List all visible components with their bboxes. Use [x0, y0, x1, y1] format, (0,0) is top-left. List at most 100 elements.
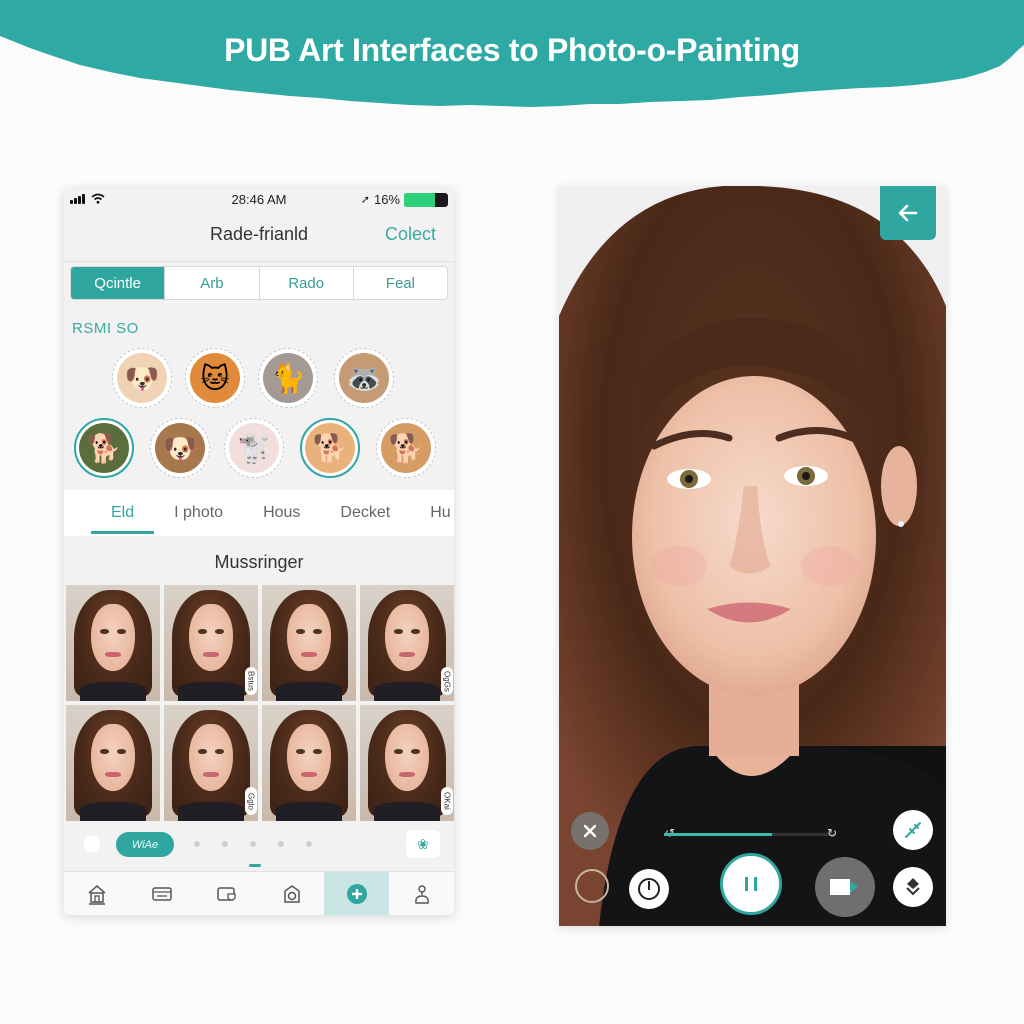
pager-dot[interactable]: [306, 841, 312, 847]
pet-avatar-golden-retriever[interactable]: 🐕: [300, 418, 360, 478]
pet-avatar-raccoon-dog[interactable]: 🦝: [334, 348, 394, 408]
download-button[interactable]: [893, 867, 933, 907]
portrait-photo: [559, 186, 946, 926]
layers-download-icon: [906, 878, 920, 896]
nav-profile[interactable]: [389, 872, 454, 915]
mouth: [203, 652, 219, 657]
pet-photo: 🐕: [79, 423, 129, 473]
banner-title: PUB Art Interfaces to Photo-o-Painting: [224, 32, 800, 68]
eye: [410, 749, 421, 754]
photo-thumbnail[interactable]: [262, 705, 356, 821]
tab-iphoto[interactable]: I photo: [154, 490, 243, 536]
video-camera-icon: [830, 879, 858, 895]
eye: [197, 749, 208, 754]
category-tabs: Eld I photo Hous Decket Hu: [64, 490, 454, 536]
photo-thumbnail[interactable]: Gglo: [164, 705, 258, 821]
arrow-left-icon: [898, 204, 918, 222]
pager-dot[interactable]: [278, 841, 284, 847]
pager-circle-button[interactable]: [84, 836, 100, 852]
pet-photo: 🦝: [339, 353, 389, 403]
record-video-button[interactable]: [815, 857, 875, 917]
shirt: [276, 682, 342, 701]
sticker-button[interactable]: ❀: [406, 830, 440, 858]
forward-icon[interactable]: ↻: [827, 826, 837, 840]
tab-hu[interactable]: Hu: [410, 490, 454, 536]
nav-add[interactable]: [324, 872, 389, 915]
pager-dot[interactable]: [250, 841, 256, 847]
face: [385, 723, 429, 791]
shirt: [80, 802, 146, 821]
brush-tool-button[interactable]: [893, 810, 933, 850]
photo-thumbnail[interactable]: OKai: [360, 705, 454, 821]
pager-pill-button[interactable]: WiAe: [116, 832, 174, 857]
face: [287, 723, 331, 791]
sticker-icon: ❀: [417, 835, 429, 852]
photo-thumbnail[interactable]: [66, 585, 160, 701]
photo-thumbnail[interactable]: OgGs: [360, 585, 454, 701]
shirt: [80, 682, 146, 701]
bottom-nav: [64, 871, 454, 915]
pager-dot[interactable]: [222, 841, 228, 847]
eye: [295, 629, 306, 634]
pager-indicator: [249, 864, 261, 867]
nav-gallery[interactable]: [129, 872, 194, 915]
pause-icon: [745, 877, 757, 891]
mouth: [301, 652, 317, 657]
pet-avatar-pug[interactable]: 🐶: [150, 418, 210, 478]
pet-avatar-samoyed[interactable]: 🐩: [224, 418, 284, 478]
brush-icon: [905, 822, 921, 838]
nav-camera[interactable]: [259, 872, 324, 915]
gallery-ring-button[interactable]: [575, 869, 609, 903]
face: [91, 603, 135, 671]
pager-dot[interactable]: [194, 841, 200, 847]
eye: [312, 629, 323, 634]
close-button[interactable]: [571, 812, 609, 850]
home-icon: [88, 884, 105, 905]
collect-button[interactable]: Colect: [385, 224, 436, 245]
segment-rado[interactable]: Rado: [260, 267, 354, 299]
eye: [312, 749, 323, 754]
camera-icon: [283, 884, 300, 903]
shirt: [374, 802, 440, 821]
face: [287, 603, 331, 671]
back-button[interactable]: [880, 186, 936, 240]
pet-avatar-pomeranian[interactable]: 🐶: [112, 348, 172, 408]
segment-feal[interactable]: Feal: [354, 267, 447, 299]
badge-icon: [216, 886, 236, 901]
photo-watermark: OKai: [441, 787, 453, 815]
pet-avatar-orange-cat[interactable]: 🐱: [185, 348, 245, 408]
pet-avatar-shiba-inu[interactable]: 🐕: [376, 418, 436, 478]
photo-watermark: Gglo: [245, 787, 257, 815]
pet-avatar-tabby-cat[interactable]: 🐈: [258, 348, 318, 408]
eye: [99, 629, 110, 634]
add-icon: [346, 883, 367, 904]
segment-qcintle[interactable]: Qcintle: [71, 267, 166, 299]
photo-thumbnail[interactable]: [262, 585, 356, 701]
mouth: [105, 772, 121, 777]
gallery-icon: [151, 886, 172, 901]
photo-thumbnail[interactable]: Bstus: [164, 585, 258, 701]
face: [385, 603, 429, 671]
eye: [295, 749, 306, 754]
progress-slider[interactable]: [664, 833, 836, 836]
photo-grid: Bstus OgGs Gglo OKai: [66, 585, 454, 821]
section-label: RSMI SO: [72, 320, 139, 337]
tab-hous[interactable]: Hous: [243, 490, 320, 536]
nav-badge[interactable]: [194, 872, 259, 915]
gallery-phone-screen: 28:46 AM ➚ 16% Rade-frianld Colect Qcint…: [64, 188, 454, 915]
tab-decket[interactable]: Decket: [320, 490, 410, 536]
pause-button[interactable]: [720, 853, 782, 915]
shirt: [178, 802, 244, 821]
segment-arb[interactable]: Arb: [165, 267, 260, 299]
photo-thumbnail[interactable]: [66, 705, 160, 821]
shirt: [276, 802, 342, 821]
eye: [410, 629, 421, 634]
power-timer-icon: [638, 878, 660, 900]
tab-eld[interactable]: Eld: [91, 490, 155, 536]
nav-home[interactable]: [64, 872, 129, 915]
timer-button[interactable]: [629, 869, 669, 909]
pet-photo: 🐶: [117, 353, 167, 403]
pet-photo: 🐈: [263, 353, 313, 403]
face: [91, 723, 135, 791]
pet-avatar-rottweiler[interactable]: 🐕: [74, 418, 134, 478]
